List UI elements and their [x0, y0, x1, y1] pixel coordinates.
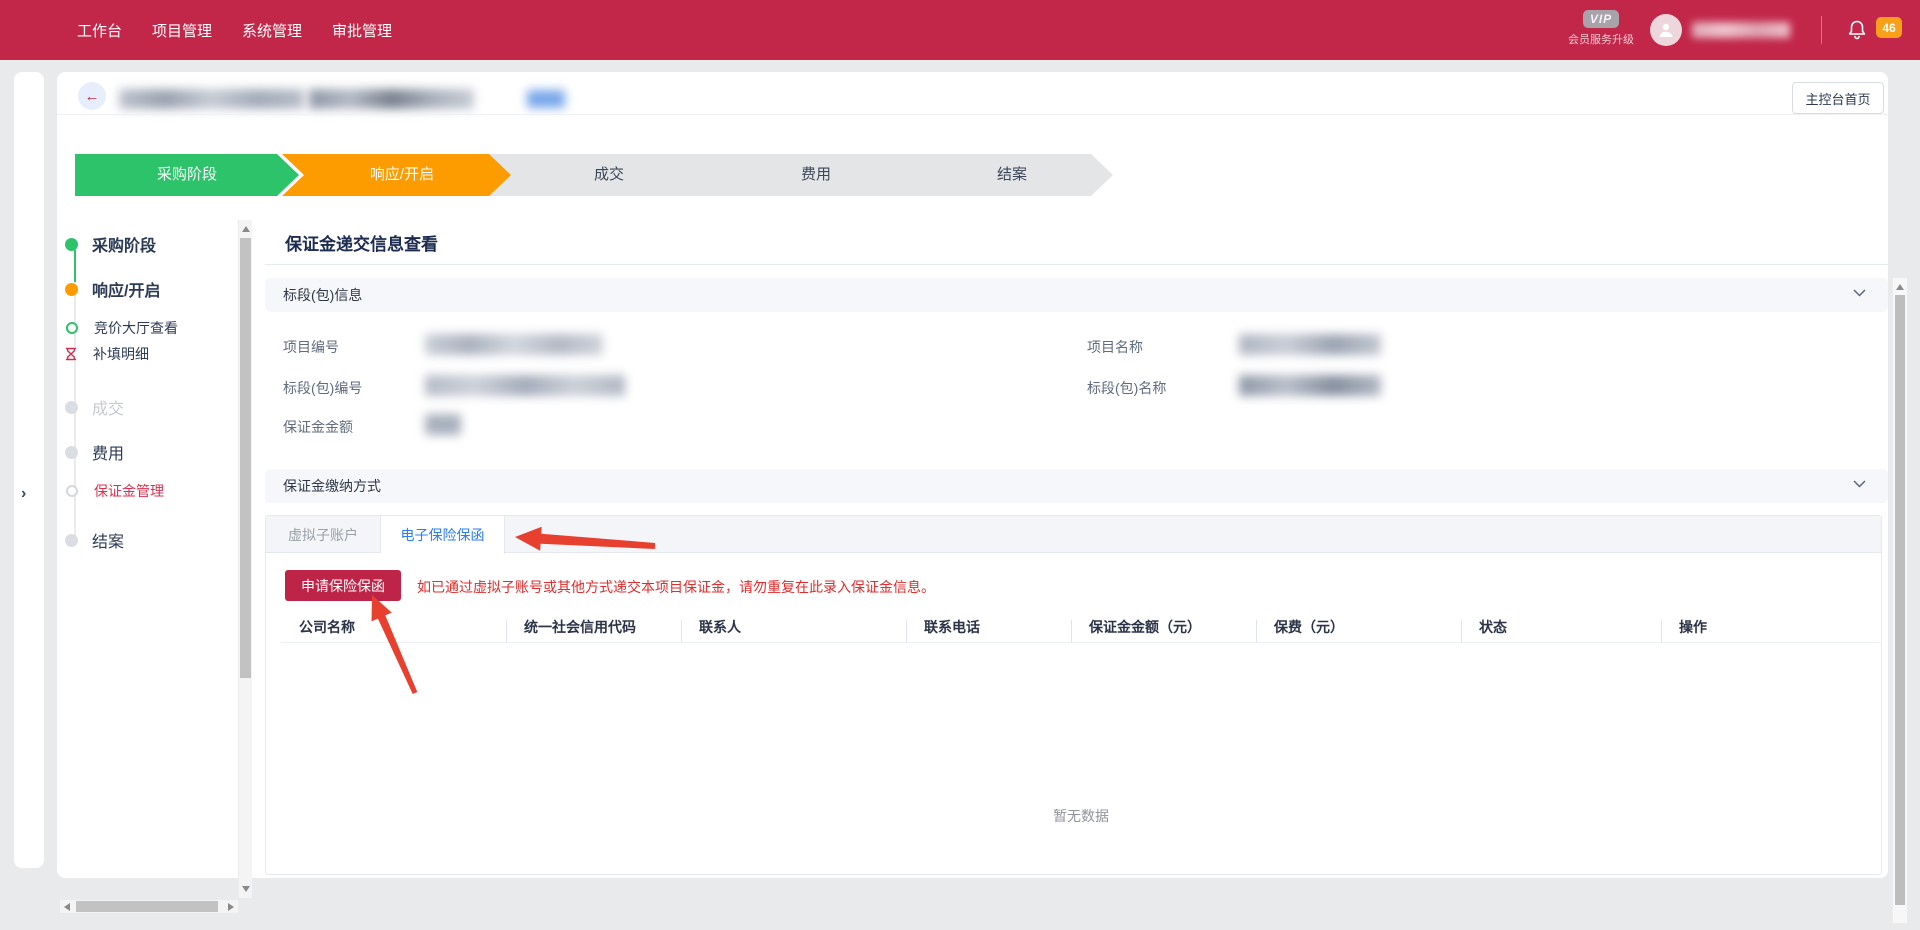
step-procurement-stage[interactable]: 采购阶段	[75, 154, 299, 196]
notification-count-badge: 46	[1876, 17, 1902, 38]
apply-insurance-guarantee-button[interactable]: 申请保险保函	[285, 570, 401, 601]
sidebar-item-label: 采购阶段	[92, 232, 156, 256]
sidebar-item-label: 结案	[92, 528, 124, 552]
scrollbar-thumb[interactable]	[240, 238, 251, 678]
notification-bell-icon[interactable]	[1846, 19, 1868, 41]
nav-item-project-management[interactable]: 项目管理	[152, 20, 212, 41]
sidebar-item-response-open[interactable]: 响应/开启	[60, 277, 160, 301]
field-label-deposit-amount: 保证金金额	[283, 417, 353, 437]
tab-header	[266, 516, 1881, 553]
payment-tabs-card: 虚拟子账户 电子保险保函 申请保险保函 如已通过虚拟子账号或其他方式递交本项目保…	[265, 515, 1882, 875]
field-value-redacted	[425, 414, 461, 435]
section-bid-info[interactable]: 标段(包)信息	[265, 278, 1888, 312]
column-premium: 保费（元）	[1256, 617, 1461, 637]
field-value-redacted	[1239, 334, 1381, 355]
header-divider	[57, 114, 1888, 115]
field-value-redacted	[1239, 375, 1381, 396]
person-icon	[1657, 21, 1675, 39]
sidebar-item-label: 响应/开启	[92, 277, 160, 301]
nav-item-approval-management[interactable]: 审批管理	[332, 20, 392, 41]
scroll-right-arrow-icon[interactable]	[228, 903, 234, 911]
nav-item-workbench[interactable]: 工作台	[77, 20, 122, 41]
field-label-project-no: 项目编号	[283, 337, 339, 357]
username-redacted	[1692, 22, 1790, 38]
field-label-section-name: 标段(包)名称	[1087, 378, 1166, 398]
hourglass-icon	[64, 347, 78, 361]
sidebar-item-fees[interactable]: 费用	[60, 440, 124, 464]
page-header-title-redacted-2	[309, 89, 474, 109]
vip-upgrade[interactable]: VIP 会员服务升级	[1556, 10, 1646, 47]
column-deposit-amount: 保证金金额（元）	[1071, 617, 1256, 637]
scrollbar-thumb[interactable]	[76, 901, 218, 912]
section-payment-method[interactable]: 保证金缴纳方式	[265, 469, 1888, 503]
sidebar-item-closing[interactable]: 结案	[60, 528, 124, 552]
stage-pending-dot-icon	[65, 534, 78, 547]
sub-current-ring-icon	[66, 485, 78, 497]
chevron-down-icon[interactable]	[1853, 289, 1866, 297]
scroll-down-arrow-icon[interactable]	[242, 886, 250, 892]
field-label-section-no: 标段(包)编号	[283, 378, 362, 398]
column-contact-person: 联系人	[681, 617, 906, 637]
column-actions: 操作	[1661, 617, 1881, 637]
field-value-redacted	[425, 375, 625, 396]
tab-virtual-sub-account[interactable]: 虚拟子账户	[266, 516, 381, 553]
console-home-button[interactable]: 主控台首页	[1792, 82, 1884, 114]
sidebar-item-bidding-hall[interactable]: 竞价大厅查看	[60, 318, 178, 338]
scroll-up-arrow-icon[interactable]	[1896, 284, 1904, 290]
sidebar-horizontal-scrollbar[interactable]	[60, 900, 238, 913]
field-value-redacted	[425, 334, 603, 355]
collapsed-left-rail	[14, 72, 44, 868]
sidebar-item-deposit-management[interactable]: 保证金管理	[60, 481, 164, 501]
sidebar-item-label: 成交	[92, 395, 124, 419]
sidebar-item-fill-details[interactable]: 补填明细	[60, 344, 149, 364]
main-card: ← 主控台首页 采购阶段 响应/开启 成交 费用 结案 采购阶段 响应/开启 竞…	[57, 72, 1888, 878]
sidebar-item-label: 补填明细	[93, 344, 149, 364]
scrollbar-thumb[interactable]	[1895, 295, 1905, 905]
stage-done-dot-icon	[65, 238, 78, 251]
sidebar-item-label: 费用	[92, 440, 124, 464]
nav-divider	[1821, 16, 1822, 44]
sidebar-item-label: 保证金管理	[94, 481, 164, 501]
column-company-name: 公司名称	[281, 617, 506, 637]
section-title: 标段(包)信息	[283, 285, 362, 305]
sub-done-ring-icon	[66, 322, 78, 334]
stage-pending-dot-icon	[65, 446, 78, 459]
content-divider	[265, 264, 1888, 265]
vip-caption: 会员服务升级	[1556, 31, 1646, 47]
tab-electronic-insurance-guarantee[interactable]: 电子保险保函	[381, 516, 505, 554]
back-arrow-icon: ←	[85, 88, 100, 105]
table-header-row: 公司名称 统一社会信用代码 联系人 联系电话 保证金金额（元） 保费（元） 状态…	[281, 612, 1881, 643]
column-contact-phone: 联系电话	[906, 617, 1071, 637]
column-status: 状态	[1461, 617, 1661, 637]
expand-panel-icon[interactable]: ›	[21, 485, 26, 503]
sidebar-item-deal[interactable]: 成交	[60, 395, 124, 419]
vip-icon: VIP	[1583, 10, 1619, 28]
user-avatar[interactable]	[1650, 14, 1682, 46]
sidebar-item-procurement-stage[interactable]: 采购阶段	[60, 232, 156, 256]
stage-pending-dot-icon	[65, 401, 78, 414]
page-header-title-redacted	[119, 89, 304, 109]
duplicate-deposit-warning: 如已通过虚拟子账号或其他方式递交本项目保证金，请勿重复在此录入保证金信息。	[417, 577, 935, 597]
scroll-up-arrow-icon[interactable]	[242, 226, 250, 232]
section-title: 保证金缴纳方式	[283, 476, 381, 496]
nav-item-system-management[interactable]: 系统管理	[242, 20, 302, 41]
column-credit-code: 统一社会信用代码	[506, 617, 681, 637]
chevron-down-icon[interactable]	[1853, 480, 1866, 488]
empty-state-text: 暂无数据	[281, 806, 1881, 826]
step-deal[interactable]: 成交	[489, 154, 721, 196]
back-button[interactable]: ←	[78, 82, 106, 110]
page-title: 保证金递交信息查看	[285, 230, 438, 255]
stage-active-dot-icon	[65, 283, 78, 296]
sidebar-item-label: 竞价大厅查看	[94, 318, 178, 338]
step-fees[interactable]: 费用	[696, 154, 928, 196]
step-closing[interactable]: 结案	[903, 154, 1113, 196]
page-header-chip-redacted	[527, 90, 565, 108]
step-response-open[interactable]: 响应/开启	[282, 154, 514, 196]
sidebar-vertical-scrollbar[interactable]	[238, 220, 252, 898]
scroll-left-arrow-icon[interactable]	[64, 903, 70, 911]
nav-menu: 工作台 项目管理 系统管理 审批管理	[77, 20, 392, 41]
field-label-project-name: 项目名称	[1087, 337, 1143, 357]
page-vertical-scrollbar[interactable]	[1892, 278, 1907, 923]
